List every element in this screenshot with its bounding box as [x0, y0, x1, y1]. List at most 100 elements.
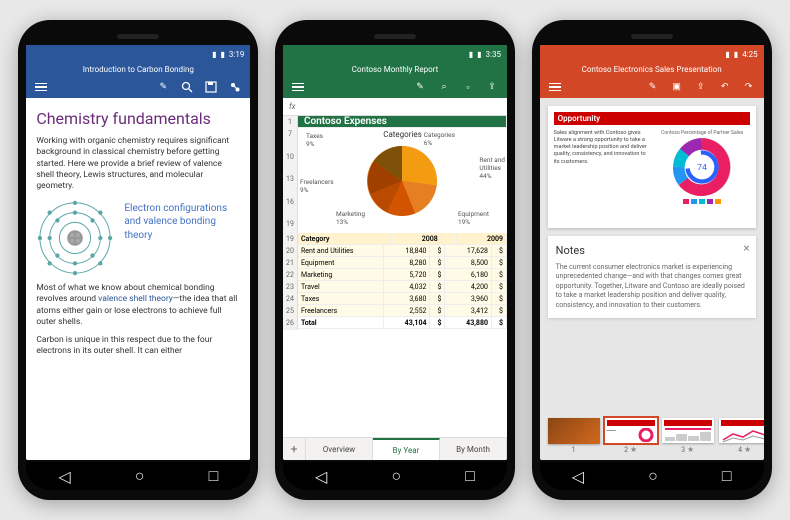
cell[interactable]: Rent and Utilities — [298, 245, 384, 257]
close-icon[interactable]: × — [743, 242, 749, 254]
recent-icon[interactable]: □ — [722, 466, 732, 486]
cell[interactable]: $ — [492, 293, 507, 305]
signal-icon: ▮ — [725, 50, 729, 59]
notes-panel[interactable]: × Notes The current consumer electronics… — [548, 236, 756, 318]
link-valence[interactable]: valence shell theory — [98, 294, 173, 304]
cell[interactable]: Equipment — [298, 257, 384, 269]
cell[interactable]: 18,840 — [384, 245, 431, 257]
sheet-title[interactable]: Contoso Expenses — [298, 116, 507, 128]
cell[interactable]: Marketing — [298, 269, 384, 281]
phone-excel: ▮ ▮ 3:35 Contoso Monthly Report ✎ ⌕ ▫ ⇪ … — [275, 20, 515, 500]
formula-bar[interactable]: fx — [283, 98, 507, 116]
cell[interactable]: 4,032 — [384, 281, 431, 293]
cell[interactable]: 8,500 — [445, 257, 492, 269]
cell[interactable] — [442, 233, 457, 245]
cell[interactable]: $ — [492, 245, 507, 257]
back-icon[interactable]: ◁ — [315, 467, 327, 486]
back-icon[interactable]: ◁ — [58, 467, 70, 486]
cell[interactable]: Taxes — [298, 293, 384, 305]
slide-chart: Contoso Percentage of Partner Sales 74 — [655, 112, 750, 222]
spreadsheet-body[interactable]: 1 Contoso Expenses 710131619 Categories — [283, 116, 507, 437]
cell[interactable]: 4,200 — [445, 281, 492, 293]
undo-icon[interactable]: ↶ — [718, 80, 732, 94]
cell[interactable]: $ — [430, 257, 445, 269]
excel-screen: ▮ ▮ 3:35 Contoso Monthly Report ✎ ⌕ ▫ ⇪ … — [283, 45, 507, 460]
thumbnail[interactable]: ▬▬▬ 2★ — [605, 418, 657, 454]
share-icon[interactable]: ⇪ — [694, 80, 708, 94]
paragraph: Working with organic chemistry requires … — [36, 136, 240, 193]
row-number[interactable]: 26 — [283, 317, 298, 330]
cell[interactable]: Freelancers — [298, 305, 384, 317]
toolbar: ✎ — [26, 76, 250, 98]
cell[interactable]: Total — [298, 317, 384, 329]
cell[interactable]: 2,552 — [384, 305, 431, 317]
cell[interactable]: $ — [430, 281, 445, 293]
cell[interactable]: $ — [430, 305, 445, 317]
battery-icon: ▮ — [734, 50, 738, 59]
cell[interactable]: 2008 — [391, 233, 441, 245]
thumbnail[interactable]: 1 — [548, 418, 600, 454]
cell[interactable]: $ — [430, 293, 445, 305]
cell[interactable]: $ — [430, 317, 445, 329]
signal-icon: ▮ — [212, 50, 216, 59]
cell[interactable]: 3,412 — [445, 305, 492, 317]
home-icon[interactable]: ○ — [648, 466, 658, 486]
redo-icon[interactable]: ↷ — [742, 80, 756, 94]
document-body[interactable]: Chemistry fundamentals Working with orga… — [26, 98, 250, 460]
cell[interactable]: 2009 — [457, 233, 507, 245]
cell[interactable]: 3,680 — [384, 293, 431, 305]
phone-word: ▮ ▮ 3:19 Introduction to Carbon Bonding … — [18, 20, 258, 500]
back-icon[interactable]: ◁ — [572, 467, 584, 486]
menu-icon[interactable] — [548, 80, 562, 94]
cell[interactable]: 17,628 — [445, 245, 492, 257]
cell[interactable]: 8,280 — [384, 257, 431, 269]
cell[interactable]: $ — [492, 305, 507, 317]
cell[interactable]: $ — [430, 245, 445, 257]
pie-chart[interactable]: Categories Taxes9% Categories6% R — [298, 128, 507, 228]
edit-icon[interactable]: ✎ — [413, 80, 427, 94]
signal-icon: ▮ — [469, 50, 473, 59]
cell[interactable]: 3,960 — [445, 293, 492, 305]
android-nav: ◁ ○ □ — [26, 462, 250, 490]
tab-by-year[interactable]: By Year — [373, 438, 440, 460]
home-icon[interactable]: ○ — [391, 466, 401, 486]
share-icon[interactable]: ⇪ — [485, 80, 499, 94]
document-title: Introduction to Carbon Bonding — [26, 63, 250, 76]
edit-icon[interactable]: ✎ — [646, 80, 660, 94]
heading-1: Chemistry fundamentals — [36, 108, 240, 130]
save-icon[interactable]: ▫ — [461, 80, 475, 94]
cell[interactable]: $ — [492, 317, 507, 329]
cell[interactable]: 5,720 — [384, 269, 431, 281]
row-numbers[interactable]: 710131619 — [283, 128, 298, 233]
cell[interactable]: $ — [492, 269, 507, 281]
cell[interactable]: $ — [430, 269, 445, 281]
recent-icon[interactable]: □ — [209, 466, 219, 486]
slide-canvas[interactable]: Opportunity Sales alignment with Contoso… — [548, 106, 756, 228]
cell[interactable]: $ — [492, 281, 507, 293]
thumbnail[interactable]: 3★ — [662, 418, 714, 454]
edit-icon[interactable]: ✎ — [156, 80, 170, 94]
search-icon[interactable] — [180, 80, 194, 94]
add-sheet-button[interactable]: + — [283, 438, 306, 460]
cell[interactable]: Category — [298, 233, 392, 245]
svg-text:74: 74 — [697, 163, 707, 173]
tab-overview[interactable]: Overview — [306, 438, 373, 460]
save-icon[interactable] — [204, 80, 218, 94]
recent-icon[interactable]: □ — [465, 466, 475, 486]
menu-icon[interactable] — [34, 80, 48, 94]
word-screen: ▮ ▮ 3:19 Introduction to Carbon Bonding … — [26, 45, 250, 460]
cell[interactable]: 6,180 — [445, 269, 492, 281]
menu-icon[interactable] — [291, 80, 305, 94]
cell[interactable]: 43,880 — [445, 317, 492, 329]
cell[interactable]: $ — [492, 257, 507, 269]
search-icon[interactable]: ⌕ — [437, 80, 451, 94]
home-icon[interactable]: ○ — [135, 466, 145, 486]
thumbnail[interactable]: 4★ — [719, 418, 764, 454]
share-icon[interactable] — [228, 80, 242, 94]
formula-input[interactable] — [302, 101, 501, 112]
data-table[interactable]: 19Category2008200920Rent and Utilities18… — [283, 233, 507, 329]
cell[interactable]: 43,104 — [384, 317, 431, 329]
cell[interactable]: Travel — [298, 281, 384, 293]
tab-by-month[interactable]: By Month — [440, 438, 507, 460]
present-icon[interactable]: ▣ — [670, 80, 684, 94]
